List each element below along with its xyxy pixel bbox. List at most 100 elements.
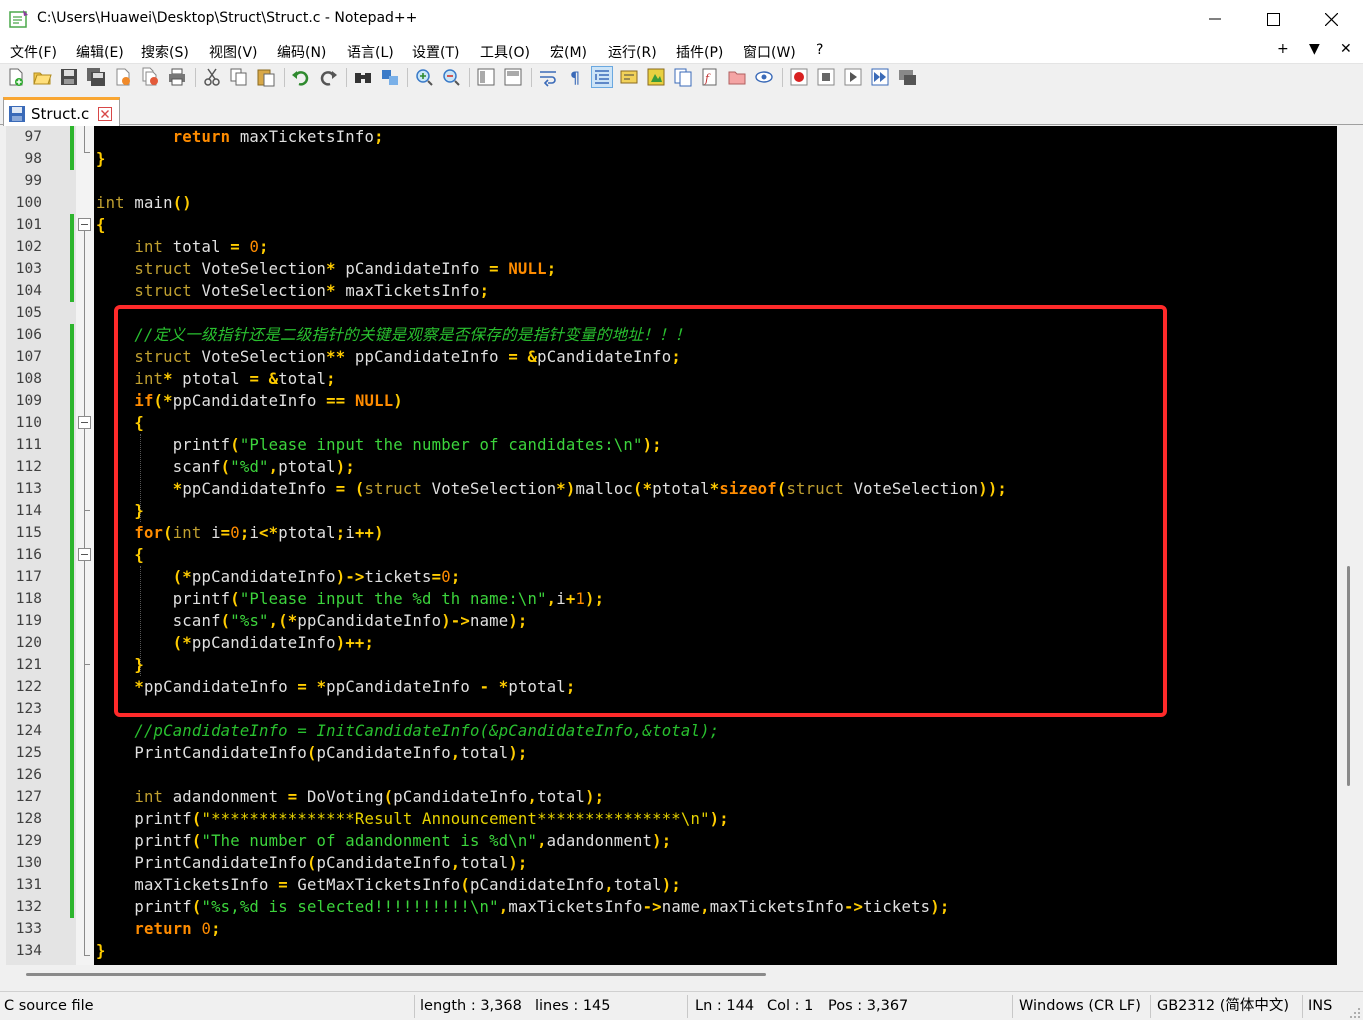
- menu-tools[interactable]: 工具(O): [480, 42, 530, 62]
- new-file-button[interactable]: [6, 67, 26, 87]
- open-file-button[interactable]: [32, 67, 52, 87]
- resize-grip-icon[interactable]: [1349, 1007, 1361, 1019]
- paste-button[interactable]: [256, 67, 276, 87]
- record-macro-button[interactable]: [789, 67, 809, 87]
- code-token: );: [508, 744, 528, 762]
- folder-workspace-button[interactable]: [727, 67, 747, 87]
- menu-window[interactable]: 窗口(W): [743, 42, 796, 62]
- code-line[interactable]: PrintCandidateInfo(pCandidateInfo,total)…: [96, 852, 1336, 874]
- word-wrap-button[interactable]: [538, 67, 558, 87]
- code-line[interactable]: return 0;: [96, 918, 1336, 940]
- menu-settings[interactable]: 设置(T): [412, 42, 459, 62]
- code-line[interactable]: return maxTicketsInfo;: [96, 126, 1336, 148]
- code-token: 0: [249, 238, 260, 256]
- menu-edit[interactable]: 编辑(E): [76, 42, 124, 62]
- code-token: =: [287, 788, 298, 806]
- code-line[interactable]: int main(): [96, 192, 1336, 214]
- code-line[interactable]: struct VoteSelection* pCandidateInfo = N…: [96, 258, 1336, 280]
- code-line[interactable]: int adandonment = DoVoting(pCandidateInf…: [96, 786, 1336, 808]
- code-token: );: [661, 876, 681, 894]
- maximize-button[interactable]: [1244, 0, 1302, 38]
- menu-language[interactable]: 语言(L): [347, 42, 394, 62]
- menu-encoding[interactable]: 编码(N): [277, 42, 326, 62]
- sync-horizontal-button[interactable]: [503, 67, 523, 87]
- tab-list-dropdown-button[interactable]: ▼: [1309, 41, 1320, 57]
- udl-button[interactable]: [619, 67, 639, 87]
- code-line[interactable]: printf("%s,%d is selected!!!!!!!!!!\n",m…: [96, 896, 1336, 918]
- find-button[interactable]: [353, 67, 373, 87]
- line-number: 134: [15, 943, 42, 959]
- menu-view[interactable]: 视图(V): [209, 42, 258, 62]
- show-all-chars-button[interactable]: ¶: [565, 67, 585, 87]
- indent-guide-button[interactable]: [591, 66, 613, 88]
- close-window-button[interactable]: [1302, 0, 1360, 38]
- close-all-button[interactable]: [140, 67, 160, 87]
- save-macro-button[interactable]: [897, 67, 917, 87]
- minimize-button[interactable]: [1186, 0, 1244, 38]
- code-token: );: [709, 810, 729, 828]
- horizontal-scroll-thumb[interactable]: [26, 973, 766, 976]
- code-line[interactable]: {: [96, 214, 1336, 236]
- line-number: 100: [15, 195, 42, 211]
- doc-map-button[interactable]: [646, 67, 666, 87]
- doc-list-button[interactable]: [673, 67, 693, 87]
- save-button[interactable]: [59, 67, 79, 87]
- status-encoding[interactable]: GB2312 (简体中文): [1157, 992, 1289, 1020]
- menu-file[interactable]: 文件(F): [10, 42, 57, 62]
- zoom-out-button[interactable]: [441, 67, 461, 87]
- status-insert-mode[interactable]: INS: [1308, 992, 1332, 1020]
- sync-vertical-button[interactable]: [476, 67, 496, 87]
- code-line[interactable]: PrintCandidateInfo(pCandidateInfo,total)…: [96, 742, 1336, 764]
- code-token: );: [652, 832, 672, 850]
- close-file-button[interactable]: [113, 67, 133, 87]
- undo-button[interactable]: [291, 67, 311, 87]
- code-line[interactable]: struct VoteSelection* maxTicketsInfo;: [96, 280, 1336, 302]
- close-tab-button[interactable]: ✕: [1340, 41, 1352, 57]
- code-line[interactable]: maxTicketsInfo = GetMaxTicketsInfo(pCand…: [96, 874, 1336, 896]
- menu-run[interactable]: 运行(R): [608, 42, 657, 62]
- tab-close-icon[interactable]: [98, 107, 112, 121]
- folder-workspace-icon: [728, 71, 746, 85]
- code-line[interactable]: printf("The number of adandonment is %d\…: [96, 830, 1336, 852]
- code-line[interactable]: [96, 764, 1336, 786]
- code-line[interactable]: //pCandidateInfo = InitCandidateInfo(&pC…: [96, 720, 1336, 742]
- new-tab-button[interactable]: +: [1277, 41, 1289, 57]
- copy-button[interactable]: [229, 67, 249, 87]
- status-eol[interactable]: Windows (CR LF): [1019, 992, 1141, 1020]
- code-token: return: [134, 920, 192, 938]
- code-line[interactable]: [96, 170, 1336, 192]
- stop-macro-button[interactable]: [816, 67, 836, 87]
- maximize-icon: [1266, 12, 1280, 26]
- cut-icon: [204, 68, 220, 86]
- code-token: }: [96, 942, 106, 960]
- monitor-button[interactable]: [754, 67, 774, 87]
- menu-macro[interactable]: 宏(M): [550, 42, 587, 62]
- save-all-button[interactable]: [86, 67, 106, 87]
- run-macro-multiple-button[interactable]: [870, 67, 890, 87]
- tab-struct-c[interactable]: Struct.c: [3, 97, 120, 126]
- print-button[interactable]: [167, 67, 187, 87]
- vertical-scrollbar[interactable]: [1337, 126, 1363, 965]
- menu-plugins[interactable]: 插件(P): [676, 42, 723, 62]
- fold-toggle-main[interactable]: [78, 218, 91, 231]
- line-number: 110: [15, 415, 42, 431]
- menu-search[interactable]: 搜索(S): [141, 42, 189, 62]
- code-line[interactable]: printf("***************Result Announceme…: [96, 808, 1336, 830]
- function-list-button[interactable]: f: [700, 67, 720, 87]
- cut-button[interactable]: [202, 67, 222, 87]
- code-line[interactable]: }: [96, 940, 1336, 962]
- fold-toggle-for[interactable]: [78, 548, 91, 561]
- horizontal-scrollbar[interactable]: [6, 965, 1337, 991]
- fold-toggle-if[interactable]: [78, 416, 91, 429]
- replace-button[interactable]: [380, 67, 400, 87]
- code-line[interactable]: }: [96, 148, 1336, 170]
- code-line[interactable]: int total = 0;: [96, 236, 1336, 258]
- zoom-in-button[interactable]: [414, 67, 434, 87]
- code-token: printf: [134, 832, 192, 850]
- menu-help[interactable]: ?: [816, 42, 823, 58]
- redo-button[interactable]: [318, 67, 338, 87]
- change-history-bar: [70, 214, 74, 302]
- vertical-scroll-thumb[interactable]: [1347, 566, 1350, 786]
- play-macro-button[interactable]: [843, 67, 863, 87]
